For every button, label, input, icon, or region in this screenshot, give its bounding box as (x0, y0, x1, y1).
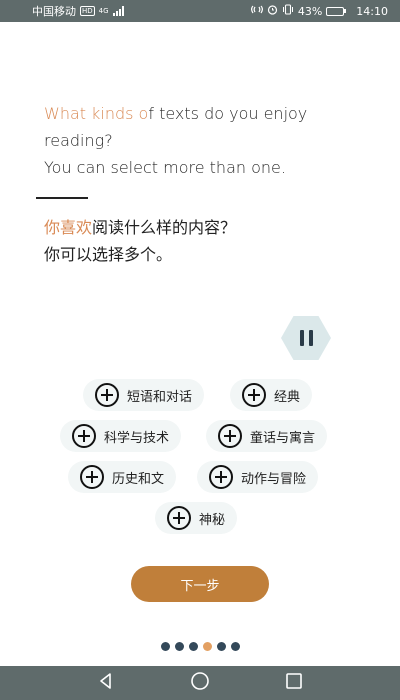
next-button-label: 下一步 (180, 578, 220, 594)
option-chip-history-culture[interactable]: 历史和文 (68, 461, 177, 493)
plus-icon (218, 424, 242, 448)
option-label: 历史和文 (112, 471, 165, 487)
back-triangle-icon (100, 673, 112, 689)
prompt-chinese-rest: 阅读什么样的内容？ (92, 218, 237, 237)
home-circle-icon (191, 672, 209, 690)
option-label: 科学与技术 (104, 430, 170, 446)
system-nav-bar (0, 666, 400, 700)
prompt-english-line2: You can select more than one. (44, 158, 286, 177)
page-dot (160, 642, 170, 651)
page-indicator (0, 642, 400, 652)
carrier-name: 中国移动 (32, 5, 76, 18)
recents-square-icon (285, 673, 302, 689)
option-label: 神秘 (199, 512, 226, 528)
battery-percent: 43% (297, 4, 323, 18)
option-chip-mystery[interactable]: 神秘 (155, 502, 238, 534)
prompt-chinese-highlight: 你喜欢 (44, 218, 93, 237)
plus-icon (80, 465, 104, 489)
page-dot (174, 642, 184, 651)
clock: 14:10 (356, 4, 388, 18)
signal-icon (112, 6, 124, 16)
page-dot (216, 642, 226, 651)
nav-recents-button[interactable] (285, 672, 303, 694)
page-dot-active (202, 642, 212, 651)
status-left: 中国移动 HD 4G (32, 3, 124, 19)
nfc-icon (250, 4, 263, 18)
plus-icon (209, 465, 233, 489)
option-chip-phrases-dialogues[interactable]: 短语和对话 (83, 379, 205, 411)
plus-icon (167, 506, 191, 530)
option-label: 短语和对话 (127, 389, 193, 405)
prompt-english: What kinds of texts do you enjoy reading… (44, 100, 374, 181)
option-label: 经典 (274, 389, 301, 405)
hd-badge: HD (80, 6, 95, 16)
status-right: 43% 14:10 (250, 4, 388, 18)
status-bar: 中国移动 HD 4G 43% 14:10 (0, 0, 400, 22)
option-chip-fairy-tales-fables[interactable]: 童话与寓言 (206, 420, 328, 452)
plus-icon (72, 424, 96, 448)
battery-icon (326, 6, 347, 16)
option-chip-classics[interactable]: 经典 (230, 379, 313, 411)
alarm-icon (267, 4, 278, 18)
nav-back-button[interactable] (97, 672, 115, 694)
option-chip-science-technology[interactable]: 科学与技术 (60, 420, 182, 452)
next-button[interactable]: 下一步 (131, 566, 269, 602)
network-type: 4G (98, 7, 109, 15)
page-dot (188, 642, 198, 651)
nav-home-button[interactable] (190, 671, 210, 695)
option-label: 童话与寓言 (250, 430, 316, 446)
plus-icon (242, 383, 266, 407)
prompt-chinese: 你喜欢阅读什么样的内容？ 你可以选择多个。 (44, 214, 374, 268)
prompt-english-highlight: What kinds o (44, 104, 149, 123)
pause-icon (299, 330, 304, 346)
pause-icon (308, 330, 313, 346)
option-label: 动作与冒险 (241, 471, 307, 487)
prompt-divider (36, 197, 88, 199)
vibrate-icon (282, 4, 294, 18)
pause-audio-button[interactable] (281, 316, 331, 360)
prompt-chinese-line2: 你可以选择多个。 (44, 245, 173, 264)
page-dot (230, 642, 240, 651)
plus-icon (95, 383, 119, 407)
option-chip-action-adventure[interactable]: 动作与冒险 (197, 461, 319, 493)
